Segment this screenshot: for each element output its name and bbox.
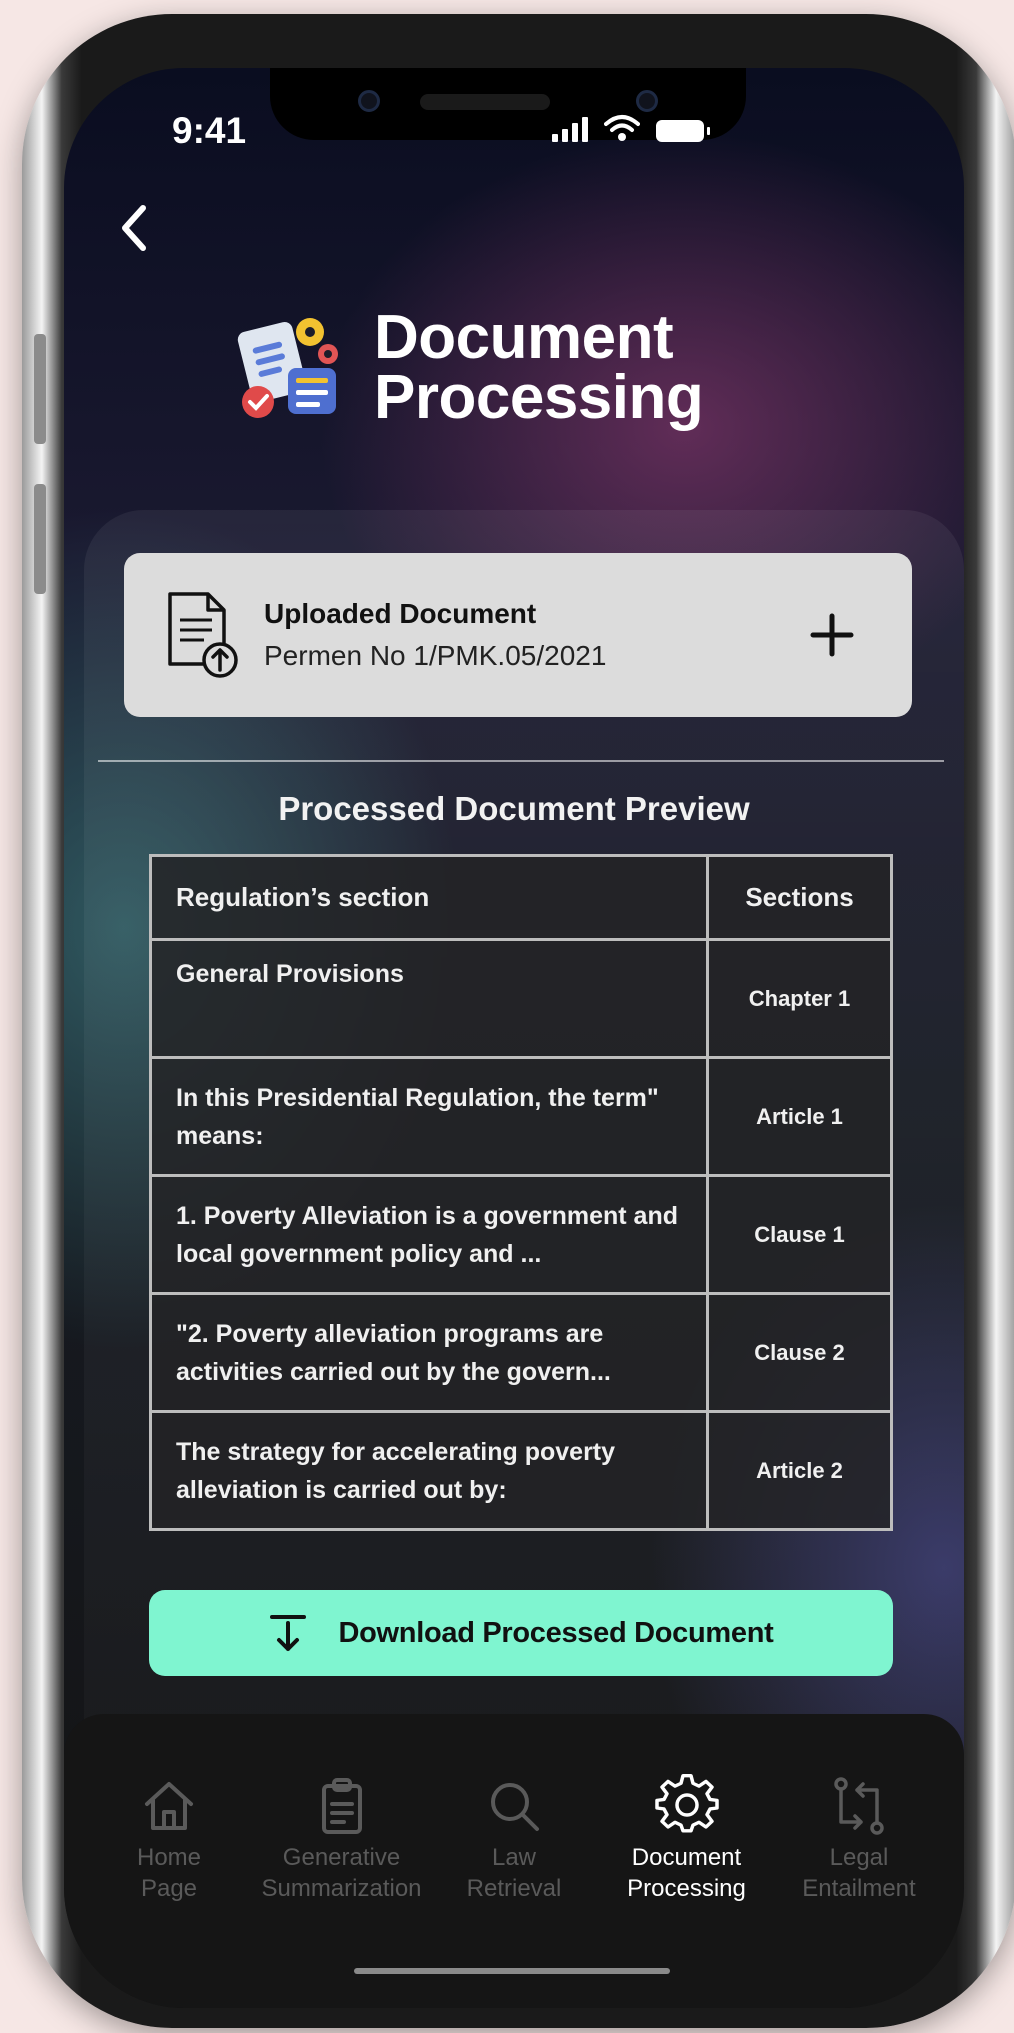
upload-title: Uploaded Document: [264, 598, 537, 629]
tab-home-page[interactable]: Home Page: [84, 1774, 254, 2008]
speaker: [420, 94, 550, 110]
regulation-section-cell: In this Presidential Regulation, the ter…: [149, 1056, 709, 1177]
divider: [98, 760, 944, 762]
column-header: Regulation’s section: [149, 854, 709, 941]
home-indicator: [354, 1968, 670, 1974]
section-cell: Clause 1: [706, 1174, 893, 1295]
camera: [358, 90, 380, 112]
page-title: Document Processing: [374, 303, 704, 432]
add-document-button[interactable]: [792, 595, 872, 675]
download-icon: [270, 1615, 307, 1651]
tab-label: Home Page: [136, 1844, 202, 1902]
table-row[interactable]: 1. Poverty Alleviation is a government a…: [149, 1174, 893, 1295]
section-cell: Clause 2: [706, 1292, 893, 1413]
tab-bar: Home Page Generative Summarization Law Retr…: [64, 1714, 964, 2008]
section-cell: Article 1: [706, 1056, 893, 1177]
side-button: [34, 334, 46, 444]
section-cell: Article 2: [706, 1410, 893, 1531]
column-header: Sections: [706, 854, 893, 941]
regulation-section-cell: The strategy for accelerating poverty al…: [149, 1410, 709, 1531]
back-button[interactable]: [104, 198, 164, 258]
uploaded-document-name: Permen No 1/PMK.05/2021: [264, 640, 607, 671]
regulation-section-cell: 1. Poverty Alleviation is a government a…: [149, 1174, 709, 1295]
section-cell: Chapter 1: [706, 938, 893, 1059]
tab-label: Document Processing: [627, 1844, 746, 1902]
tab-label: Legal Entailment: [802, 1844, 916, 1902]
battery-icon: [656, 120, 710, 142]
status-time: 9:41: [172, 110, 247, 151]
status-icons: [552, 114, 710, 142]
camera: [636, 90, 658, 112]
regulation-section-cell: General Provisions: [149, 938, 709, 1059]
tab-legal-entailment[interactable]: Legal Entailment: [774, 1774, 944, 2008]
tab-label: Law Retrieval: [466, 1844, 562, 1902]
preview-table: Regulation’s section Sections General Pr…: [149, 854, 893, 1531]
table-header-row: Regulation’s section Sections: [149, 854, 893, 941]
search-icon: [491, 1783, 539, 1831]
table-row[interactable]: The strategy for accelerating poverty al…: [149, 1410, 893, 1531]
side-button: [34, 484, 46, 594]
regulation-section-cell: "2. Poverty alleviation programs are act…: [149, 1292, 709, 1413]
table-row[interactable]: "2. Poverty alleviation programs are act…: [149, 1292, 893, 1413]
screen: 9:41 Document Processing Uploaded Docume…: [64, 68, 964, 2008]
document-processing-icon: [237, 318, 338, 418]
chevron-left-icon: [122, 205, 146, 251]
clipboard-icon: [321, 1778, 362, 1834]
document-upload-icon: [168, 592, 238, 678]
tab-label: Generative Summarization: [261, 1844, 422, 1902]
wifi-icon: [604, 115, 640, 141]
download-label: Download Processed Document: [338, 1616, 774, 1649]
plus-icon: [810, 613, 854, 657]
download-processed-document-button[interactable]: Download Processed Document: [149, 1590, 893, 1676]
table-row[interactable]: In this Presidential Regulation, the ter…: [149, 1056, 893, 1177]
table-row[interactable]: General Provisions Chapter 1: [149, 938, 893, 1059]
upload-text: Uploaded Document Permen No 1/PMK.05/202…: [264, 598, 792, 672]
gear-icon: [654, 1774, 719, 1833]
uploaded-document-card[interactable]: Uploaded Document Permen No 1/PMK.05/202…: [124, 553, 912, 717]
signal-icon: [552, 116, 588, 142]
preview-title: Processed Document Preview: [278, 790, 750, 827]
compare-arrows-icon: [834, 1777, 884, 1835]
home-icon: [145, 1782, 193, 1830]
page-header: Document Processing: [234, 303, 704, 432]
